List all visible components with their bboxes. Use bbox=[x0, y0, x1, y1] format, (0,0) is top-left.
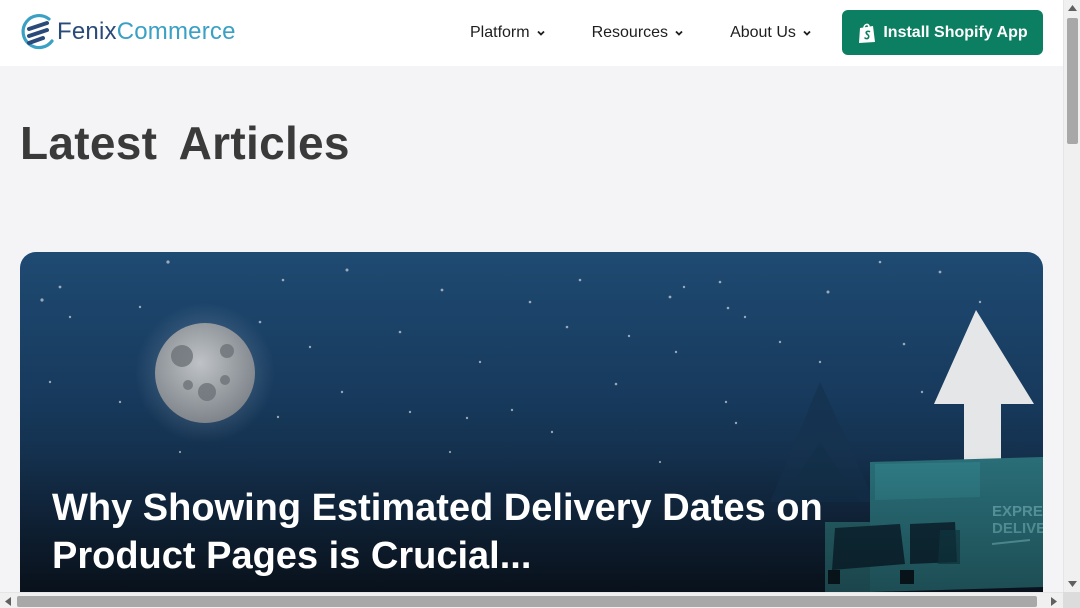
vertical-scrollbar[interactable] bbox=[1063, 0, 1080, 592]
page-title: Latest Articles bbox=[20, 117, 350, 169]
triangle-left-icon[interactable] bbox=[0, 593, 16, 608]
logo-text: FenixCommerce bbox=[57, 18, 236, 45]
logo[interactable]: FenixCommerce bbox=[19, 11, 236, 53]
horizontal-scroll-thumb[interactable] bbox=[17, 596, 1037, 607]
horizontal-scrollbar[interactable] bbox=[0, 592, 1063, 608]
fenix-logo-icon bbox=[19, 11, 57, 53]
nav-about-us-label: About Us bbox=[730, 24, 796, 41]
site-header: FenixCommerce Platform Resources About U… bbox=[0, 0, 1063, 66]
scrollbar-corner bbox=[1063, 592, 1080, 608]
featured-article-title[interactable]: Why Showing Estimated Delivery Dates on … bbox=[52, 484, 852, 580]
chevron-down-icon bbox=[675, 30, 683, 36]
nav-resources-label: Resources bbox=[591, 24, 669, 41]
main-nav: Platform Resources About Us bbox=[470, 0, 812, 66]
featured-article-card[interactable]: EXPRES DELIVER Why Showing Estimated Del… bbox=[20, 252, 1043, 592]
nav-about-us[interactable]: About Us bbox=[730, 24, 812, 42]
chevron-down-icon bbox=[536, 30, 545, 36]
chevron-down-icon bbox=[803, 30, 811, 36]
page: FenixCommerce Platform Resources About U… bbox=[0, 0, 1063, 592]
vertical-scroll-thumb[interactable] bbox=[1067, 18, 1078, 144]
shopify-bag-icon bbox=[859, 23, 876, 43]
nav-platform-label: Platform bbox=[470, 24, 530, 41]
nav-platform[interactable]: Platform bbox=[470, 24, 546, 42]
install-shopify-app-button[interactable]: Install Shopify App bbox=[842, 10, 1043, 55]
triangle-down-icon[interactable] bbox=[1064, 576, 1080, 592]
install-shopify-app-label: Install Shopify App bbox=[883, 23, 1028, 41]
triangle-up-icon[interactable] bbox=[1064, 0, 1080, 16]
triangle-right-icon[interactable] bbox=[1046, 593, 1062, 608]
nav-resources[interactable]: Resources bbox=[592, 24, 684, 42]
